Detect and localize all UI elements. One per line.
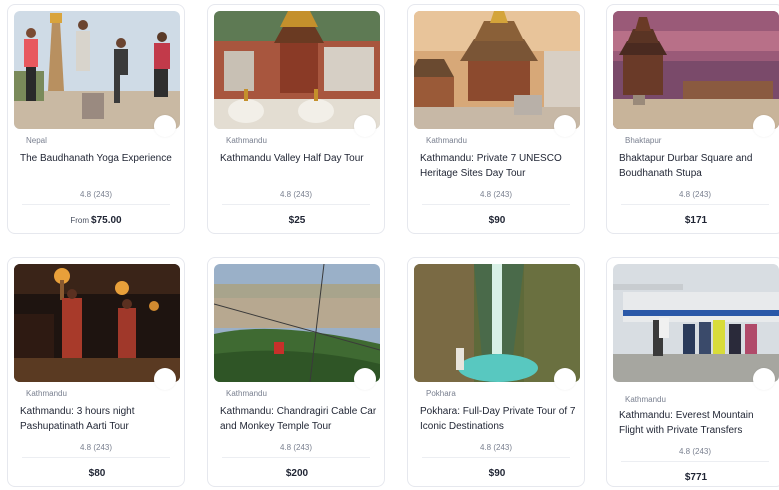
price-value: $90 [488,215,506,226]
tour-card[interactable]: Kathmandu Kathmandu: Everest Mountain Fl… [606,257,779,487]
wishlist-button[interactable] [753,115,775,137]
tour-price: $25 [208,215,384,226]
tour-photo-pokhara[interactable] [414,264,580,382]
tour-photo-everest-flight[interactable] [613,264,779,382]
tour-card[interactable]: Nepal The Baudhanath Yoga Experience 4.8… [7,4,185,234]
tour-location: Kathmandu [625,395,666,404]
tour-card[interactable]: Kathmandu Kathmandu: Private 7 UNESCO He… [407,4,585,234]
tour-rating: 4.8 (243) [79,190,113,199]
tour-location: Kathmandu [226,389,267,398]
card-divider [222,204,370,205]
price-value: $75.00 [91,215,122,226]
tour-location: Kathmandu [226,136,267,145]
tour-title[interactable]: Kathmandu: Everest Mountain Flight with … [619,408,779,438]
tour-card[interactable]: Pokhara Pokhara: Full-Day Private Tour o… [407,257,585,487]
tour-title[interactable]: Pokhara: Full-Day Private Tour of 7 Icon… [420,404,580,434]
tour-location: Bhaktapur [625,136,662,145]
tour-rating: 4.8 (243) [279,443,313,452]
tour-price: From $75.00 [8,215,184,226]
card-divider [621,461,769,462]
card-divider [22,204,170,205]
tour-card[interactable]: Kathmandu Kathmandu Valley Half Day Tour… [207,4,385,234]
tour-photo-kathmandu-valley[interactable] [214,11,380,129]
tour-photo-cable-car[interactable] [214,264,380,382]
tour-rating: 4.8 (243) [79,443,113,452]
tour-price: $200 [208,468,384,479]
tour-photo-aarti[interactable] [14,264,180,382]
tour-title[interactable]: The Baudhanath Yoga Experience [20,151,180,166]
tour-price: $90 [408,468,584,479]
wishlist-button[interactable] [753,368,775,390]
wishlist-button[interactable] [554,368,576,390]
tour-card[interactable]: Bhaktapur Bhaktapur Durbar Square and Bo… [606,4,779,234]
tour-price: $171 [607,215,779,226]
card-divider [422,204,570,205]
tour-price: $90 [408,215,584,226]
price-prefix: From [70,216,90,225]
tour-title[interactable]: Kathmandu Valley Half Day Tour [220,151,380,166]
wishlist-button[interactable] [354,115,376,137]
tour-rating: 4.8 (243) [678,190,712,199]
price-value: $25 [288,215,306,226]
tour-location: Pokhara [426,389,456,398]
price-value: $771 [684,472,708,483]
tour-photo-bhaktapur[interactable] [613,11,779,129]
price-value: $80 [88,468,106,479]
tour-title[interactable]: Kathmandu: Private 7 UNESCO Heritage Sit… [420,151,580,181]
price-value: $171 [684,215,708,226]
price-value: $90 [488,468,506,479]
wishlist-button[interactable] [154,115,176,137]
tour-rating: 4.8 (243) [479,190,513,199]
tour-rating: 4.8 (243) [479,443,513,452]
card-divider [222,457,370,458]
wishlist-button[interactable] [554,115,576,137]
wishlist-button[interactable] [154,368,176,390]
card-divider [621,204,769,205]
tour-rating: 4.8 (243) [279,190,313,199]
tour-photo-unesco-sites[interactable] [414,11,580,129]
tour-location: Kathmandu [26,389,67,398]
tour-card[interactable]: Kathmandu Kathmandu: 3 hours night Pashu… [7,257,185,487]
tour-photo-yoga[interactable] [14,11,180,129]
wishlist-button[interactable] [354,368,376,390]
tour-location: Nepal [26,136,47,145]
tour-rating: 4.8 (243) [678,447,712,456]
tour-card[interactable]: Kathmandu Kathmandu: Chandragiri Cable C… [207,257,385,487]
price-value: $200 [285,468,309,479]
tour-grid: Nepal The Baudhanath Yoga Experience 4.8… [0,0,779,490]
tour-location: Kathmandu [426,136,467,145]
card-divider [422,457,570,458]
tour-price: $771 [607,472,779,483]
card-divider [22,457,170,458]
tour-title[interactable]: Kathmandu: 3 hours night Pashupatinath A… [20,404,180,434]
tour-title[interactable]: Bhaktapur Durbar Square and Boudhanath S… [619,151,779,181]
tour-title[interactable]: Kathmandu: Chandragiri Cable Car and Mon… [220,404,380,434]
tour-price: $80 [8,468,184,479]
